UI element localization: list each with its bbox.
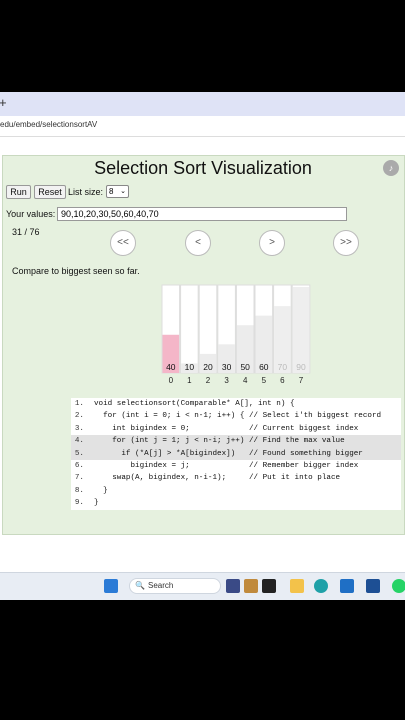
code-line: 8. } bbox=[71, 485, 401, 497]
array-value-label: 10 bbox=[185, 362, 195, 372]
code-line: 9.} bbox=[71, 497, 401, 509]
code-line: 4. for (int j = 1; j < n-i; j++) // Find… bbox=[71, 435, 401, 448]
code-line-text: int bigindex = 0; // Current biggest ind… bbox=[94, 424, 359, 433]
page-title: Selection Sort Visualization bbox=[94, 158, 312, 178]
prev-step-button[interactable]: < bbox=[185, 230, 211, 256]
array-cell: 202 bbox=[198, 284, 218, 385]
new-tab-button[interactable]: + bbox=[0, 95, 7, 110]
list-size-label: List size: bbox=[68, 187, 104, 197]
array-index-label: 0 bbox=[169, 376, 174, 385]
array-cell: 400 bbox=[161, 284, 181, 385]
code-line-number: 9. bbox=[74, 499, 84, 508]
array-index-label: 5 bbox=[262, 376, 267, 385]
code-line: 3. int bigindex = 0; // Current biggest … bbox=[71, 423, 401, 435]
values-input[interactable]: 90,10,20,30,50,60,40,70 bbox=[57, 207, 347, 221]
widgets-icon[interactable] bbox=[226, 579, 240, 593]
array-value-label: 50 bbox=[240, 362, 250, 372]
code-line: 2. for (int i = 0; i < n-1; i++) { // Se… bbox=[71, 410, 401, 422]
code-line-number: 3. bbox=[74, 424, 84, 433]
status-message: Compare to biggest seen so far. bbox=[12, 266, 140, 276]
taskbar: 🔍 Search bbox=[0, 572, 405, 600]
code-line-text: void selectionsort(Comparable* A[], int … bbox=[94, 400, 295, 408]
array-cell: 504 bbox=[235, 284, 255, 385]
file-explorer-icon[interactable] bbox=[290, 579, 304, 593]
array-cell-frame bbox=[180, 284, 199, 374]
array-index-label: 6 bbox=[280, 376, 285, 385]
windows-start-icon[interactable] bbox=[104, 579, 118, 593]
code-line: 7. swap(A, bigindex, n-i-1); // Put it i… bbox=[71, 472, 401, 484]
array-value-label: 90 bbox=[296, 362, 306, 372]
code-line: 6. bigindex = j; // Remember bigger inde… bbox=[71, 460, 401, 472]
array-index-label: 3 bbox=[224, 376, 229, 385]
browser-viewport: + edu/embed/selectionsortAV Selection So… bbox=[0, 92, 405, 600]
whatsapp-icon[interactable] bbox=[392, 579, 405, 593]
browser-tab-bar: + bbox=[0, 92, 405, 116]
array-value-label: 60 bbox=[259, 362, 269, 372]
array-cell: 101 bbox=[180, 284, 199, 385]
first-step-button[interactable]: << bbox=[110, 230, 136, 256]
array-cell: 605 bbox=[254, 284, 274, 385]
array-bar bbox=[292, 287, 310, 373]
array-index-label: 2 bbox=[206, 376, 211, 385]
chevron-down-icon: ⌄ bbox=[120, 188, 126, 195]
array-index-label: 4 bbox=[243, 376, 248, 385]
array-value-label: 20 bbox=[203, 362, 213, 372]
array-value-label: 40 bbox=[166, 362, 176, 372]
code-line-text: for (int j = 1; j < n-i; j++) // Find th… bbox=[94, 437, 345, 446]
extra-icon[interactable] bbox=[244, 579, 258, 593]
reset-button[interactable]: Reset bbox=[34, 185, 66, 199]
code-line-text: swap(A, bigindex, n-i-1); // Put it into… bbox=[94, 474, 341, 483]
taskbar-search[interactable]: 🔍 Search bbox=[129, 578, 221, 594]
array-index-label: 1 bbox=[187, 376, 192, 385]
array-cell: 907 bbox=[291, 284, 311, 385]
code-line-number: 4. bbox=[74, 437, 84, 446]
speaker-icon[interactable]: ♪ bbox=[383, 160, 399, 176]
code-line-number: 2. bbox=[74, 412, 84, 421]
next-step-button[interactable]: > bbox=[259, 230, 285, 256]
code-line-number: 8. bbox=[74, 486, 84, 495]
code-line: 5. if (*A[j] > *A[bigindex]) // Found so… bbox=[71, 447, 401, 460]
list-size-select[interactable]: 8 ⌄ bbox=[106, 185, 129, 198]
search-placeholder: Search bbox=[148, 581, 174, 590]
edge-browser-icon[interactable] bbox=[314, 579, 328, 593]
code-line-number: 5. bbox=[74, 449, 84, 458]
last-step-button[interactable]: >> bbox=[333, 230, 359, 256]
list-size-value: 8 bbox=[109, 187, 114, 196]
search-icon: 🔍 bbox=[135, 581, 145, 590]
store-icon[interactable] bbox=[366, 579, 380, 593]
values-label: Your values: bbox=[6, 209, 56, 219]
code-line-text: } bbox=[94, 486, 108, 495]
outlook-icon[interactable] bbox=[340, 579, 354, 593]
array-index-label: 7 bbox=[299, 376, 304, 385]
array-bars: 400101202303504605706907 bbox=[161, 284, 311, 385]
code-line-text: } bbox=[94, 499, 99, 508]
code-line-number: 6. bbox=[74, 461, 84, 470]
code-listing: 1. void selectionsort(Comparable* A[], in… bbox=[71, 398, 401, 510]
code-line-number: 1. bbox=[74, 400, 84, 408]
task-view-icon[interactable] bbox=[262, 579, 276, 593]
code-line: 1. void selectionsort(Comparable* A[], in… bbox=[71, 398, 401, 410]
code-line-text: for (int i = 0; i < n-1; i++) { // Selec… bbox=[94, 412, 382, 421]
array-cell: 303 bbox=[217, 284, 236, 385]
code-line-number: 7. bbox=[74, 474, 84, 483]
array-value-label: 70 bbox=[278, 362, 288, 372]
code-line-text: if (*A[j] > *A[bigindex]) // Found somet… bbox=[94, 449, 363, 458]
array-value-label: 30 bbox=[222, 362, 232, 372]
code-line-text: bigindex = j; // Remember bigger index bbox=[94, 461, 359, 470]
step-counter: 31 / 76 bbox=[12, 227, 40, 237]
run-button[interactable]: Run bbox=[6, 185, 31, 199]
address-bar[interactable]: edu/embed/selectionsortAV bbox=[0, 116, 405, 137]
url-text[interactable]: edu/embed/selectionsortAV bbox=[0, 120, 97, 129]
array-cell: 706 bbox=[273, 284, 292, 385]
visualization-panel: Selection Sort Visualization ♪ Run Reset… bbox=[2, 155, 405, 535]
